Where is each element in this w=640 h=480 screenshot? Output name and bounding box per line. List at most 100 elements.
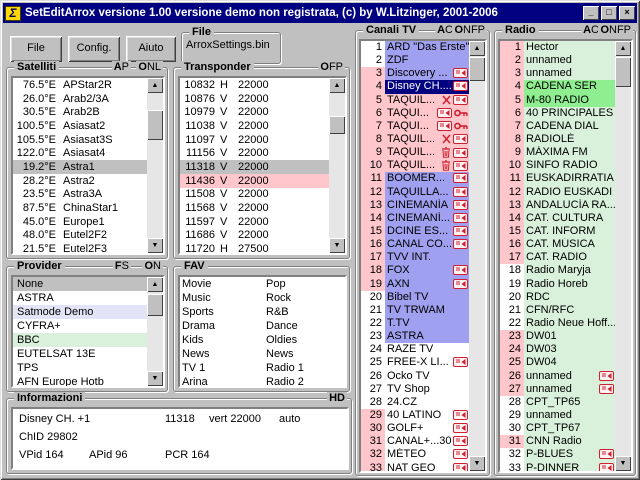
tv-channel-row[interactable]: 11BOOMER... [361,172,469,185]
tv-channel-row[interactable]: 20Bibel TV [361,291,469,304]
radio-channel-row[interactable]: 15CAT. INFORM [500,225,615,238]
satellite-row[interactable]: 45.0°EEurope1 [13,215,147,229]
provider-row[interactable]: None [13,277,147,291]
fav-tv-list-name[interactable]: News [182,348,266,360]
radio-channel-row[interactable]: 7CADENA DIAL [500,120,615,133]
scroll-down-icon[interactable]: ▼ [615,456,631,471]
transponder-row[interactable]: 10876V22000 [180,92,329,106]
transponder-row[interactable]: 11568V22000 [180,201,329,215]
provider-row[interactable]: EUTELSAT 13E [13,347,147,361]
tv-channel-row[interactable]: 2940 LATINO [361,409,469,422]
satellite-row[interactable]: 23.5°EAstra3A [13,188,147,202]
radio-channel-row[interactable]: 29unnamed [500,409,615,422]
provider-row[interactable]: Satmode Demo [13,305,147,319]
transponders-scrollbar[interactable]: ▲ ▼ [329,78,345,253]
tv-channel-row[interactable]: 32MÉTEO [361,448,469,461]
help-button[interactable]: Aiuto [126,36,176,62]
fav-row[interactable]: NewsNews [180,347,345,361]
transponder-row[interactable]: 11686V22000 [180,229,329,243]
tv-channel-row[interactable]: 26Ocko TV [361,370,469,383]
provider-row[interactable]: AFN Europe Hotb [13,375,147,388]
satellites-sort-onl[interactable]: ONL [136,61,163,73]
minimize-button[interactable]: _ [583,6,599,20]
file-button[interactable]: File [10,36,62,62]
tv-sort-onfp[interactable]: ONFP [452,24,487,36]
transponder-row[interactable]: 11508V22000 [180,188,329,202]
maximize-button[interactable]: □ [601,6,617,20]
radio-channel-row[interactable]: 23DW01 [500,330,615,343]
scrollbar-thumb[interactable] [147,110,163,140]
radio-channel-row[interactable]: 13ANDALUCÍA RA... [500,199,615,212]
radio-channel-row[interactable]: 16CAT. MÚSICA [500,238,615,251]
fav-radio-list-name[interactable]: News [266,348,294,360]
providers-sort-fs[interactable]: FS [113,260,131,272]
transponders-sort-ofp[interactable]: OFP [318,61,345,73]
satellites-sort-ap[interactable]: AP [112,61,131,73]
radio-channel-row[interactable]: 3unnamed [500,67,615,80]
tv-channel-row[interactable]: 24RAZE TV [361,343,469,356]
tv-channel-row[interactable]: 3Discovery ... [361,67,469,80]
tv-channel-row[interactable]: 8TAQUIL... [361,133,469,146]
transponder-row[interactable]: 11097V22000 [180,133,329,147]
transponder-row[interactable]: 11156V22000 [180,146,329,160]
radio-channel-row[interactable]: 14CAT. CULTURA [500,212,615,225]
provider-row[interactable]: TPS [13,361,147,375]
tv-channel-row[interactable]: 19AXN [361,278,469,291]
satellite-row[interactable]: 26.0°EArab2/3A [13,92,147,106]
satellite-row[interactable]: 122.0°EAsiasat4 [13,146,147,160]
scroll-up-icon[interactable]: ▲ [469,41,485,56]
fav-tv-list-name[interactable]: Movie [182,278,266,290]
satellite-row[interactable]: 48.0°EEutel2F2 [13,229,147,243]
config-button[interactable]: Config. [68,36,120,62]
tv-channel-row[interactable]: 31CANAL+...30 [361,435,469,448]
fav-tv-list-name[interactable]: Arina [182,376,266,388]
tv-channel-row[interactable]: 2ZDF [361,54,469,67]
radio-channel-row[interactable]: 17CAT. RADIO [500,251,615,264]
scroll-up-icon[interactable]: ▲ [329,78,345,93]
satellites-list[interactable]: 76.5°EAPStar2R26.0°EArab2/3A30.5°EArab2B… [11,76,165,255]
tv-channel-row[interactable]: 23ASTRA [361,330,469,343]
tv-channel-row[interactable]: 10TAQUIL... [361,159,469,172]
fav-row[interactable]: KidsOldies [180,333,345,347]
radio-channel-row[interactable]: 32P-BLUES [500,448,615,461]
radio-channel-row[interactable]: 33P-DINNER [500,462,615,474]
tv-channel-row[interactable]: 25FREE-X LI... [361,356,469,369]
satellite-row[interactable]: 87.5°EChinaStar1 [13,201,147,215]
radio-channel-row[interactable]: 21CFN/RFC [500,304,615,317]
providers-scrollbar[interactable]: ▲ ▼ [147,277,163,386]
satellite-row[interactable]: 30.5°EArab2B [13,105,147,119]
radio-channel-row[interactable]: 25DW04 [500,356,615,369]
radio-channel-row[interactable]: 4CADENA SER [500,80,615,93]
fav-tv-list-name[interactable]: Sports [182,306,266,318]
fav-row[interactable]: SportsR&B [180,305,345,319]
radio-channel-row[interactable]: 10SINFO RADIO [500,159,615,172]
fav-tv-list-name[interactable]: TV 1 [182,362,266,374]
radio-channel-row[interactable]: 5M-80 RADIO [500,94,615,107]
close-button[interactable]: × [619,6,635,20]
provider-row[interactable]: ASTRA [13,291,147,305]
scroll-down-icon[interactable]: ▼ [147,371,163,386]
satellite-row[interactable]: 105.5°EAsiasat3S [13,133,147,147]
radio-channel-row[interactable]: 19Radio Horeb [500,278,615,291]
transponder-row[interactable]: 11720H27500 [180,242,329,255]
tv-channel-row[interactable]: 6TAQUI... [361,107,469,120]
radio-channel-row[interactable]: 11EUSKADIRRATIA [500,172,615,185]
tv-channel-row[interactable]: 15DCINE ES... [361,225,469,238]
fav-list[interactable]: MoviePopMusicRockSportsR&BDramaDanceKids… [178,275,347,388]
radio-scrollbar[interactable]: ▲ ▼ [615,41,631,471]
satellite-row[interactable]: 28.2°EAstra2 [13,174,147,188]
transponder-row[interactable]: 10979V22000 [180,105,329,119]
scroll-down-icon[interactable]: ▼ [329,238,345,253]
tv-channel-row[interactable]: 21TV TRWAM [361,304,469,317]
radio-channel-row[interactable]: 12RADIO EUSKADI [500,186,615,199]
scroll-up-icon[interactable]: ▲ [615,41,631,56]
provider-row[interactable]: BBC [13,333,147,347]
radio-channel-row[interactable]: 26unnamed [500,370,615,383]
tv-channel-row[interactable]: 2824.CZ [361,396,469,409]
tv-channel-row[interactable]: 16CANAL CO... [361,238,469,251]
radio-channel-row[interactable]: 18Radio Maryja [500,264,615,277]
scrollbar-thumb[interactable] [329,116,345,134]
fav-radio-list-name[interactable]: Radio 2 [266,376,304,388]
radio-channel-row[interactable]: 31CNN Radio [500,435,615,448]
provider-row[interactable]: CYFRA+ [13,319,147,333]
